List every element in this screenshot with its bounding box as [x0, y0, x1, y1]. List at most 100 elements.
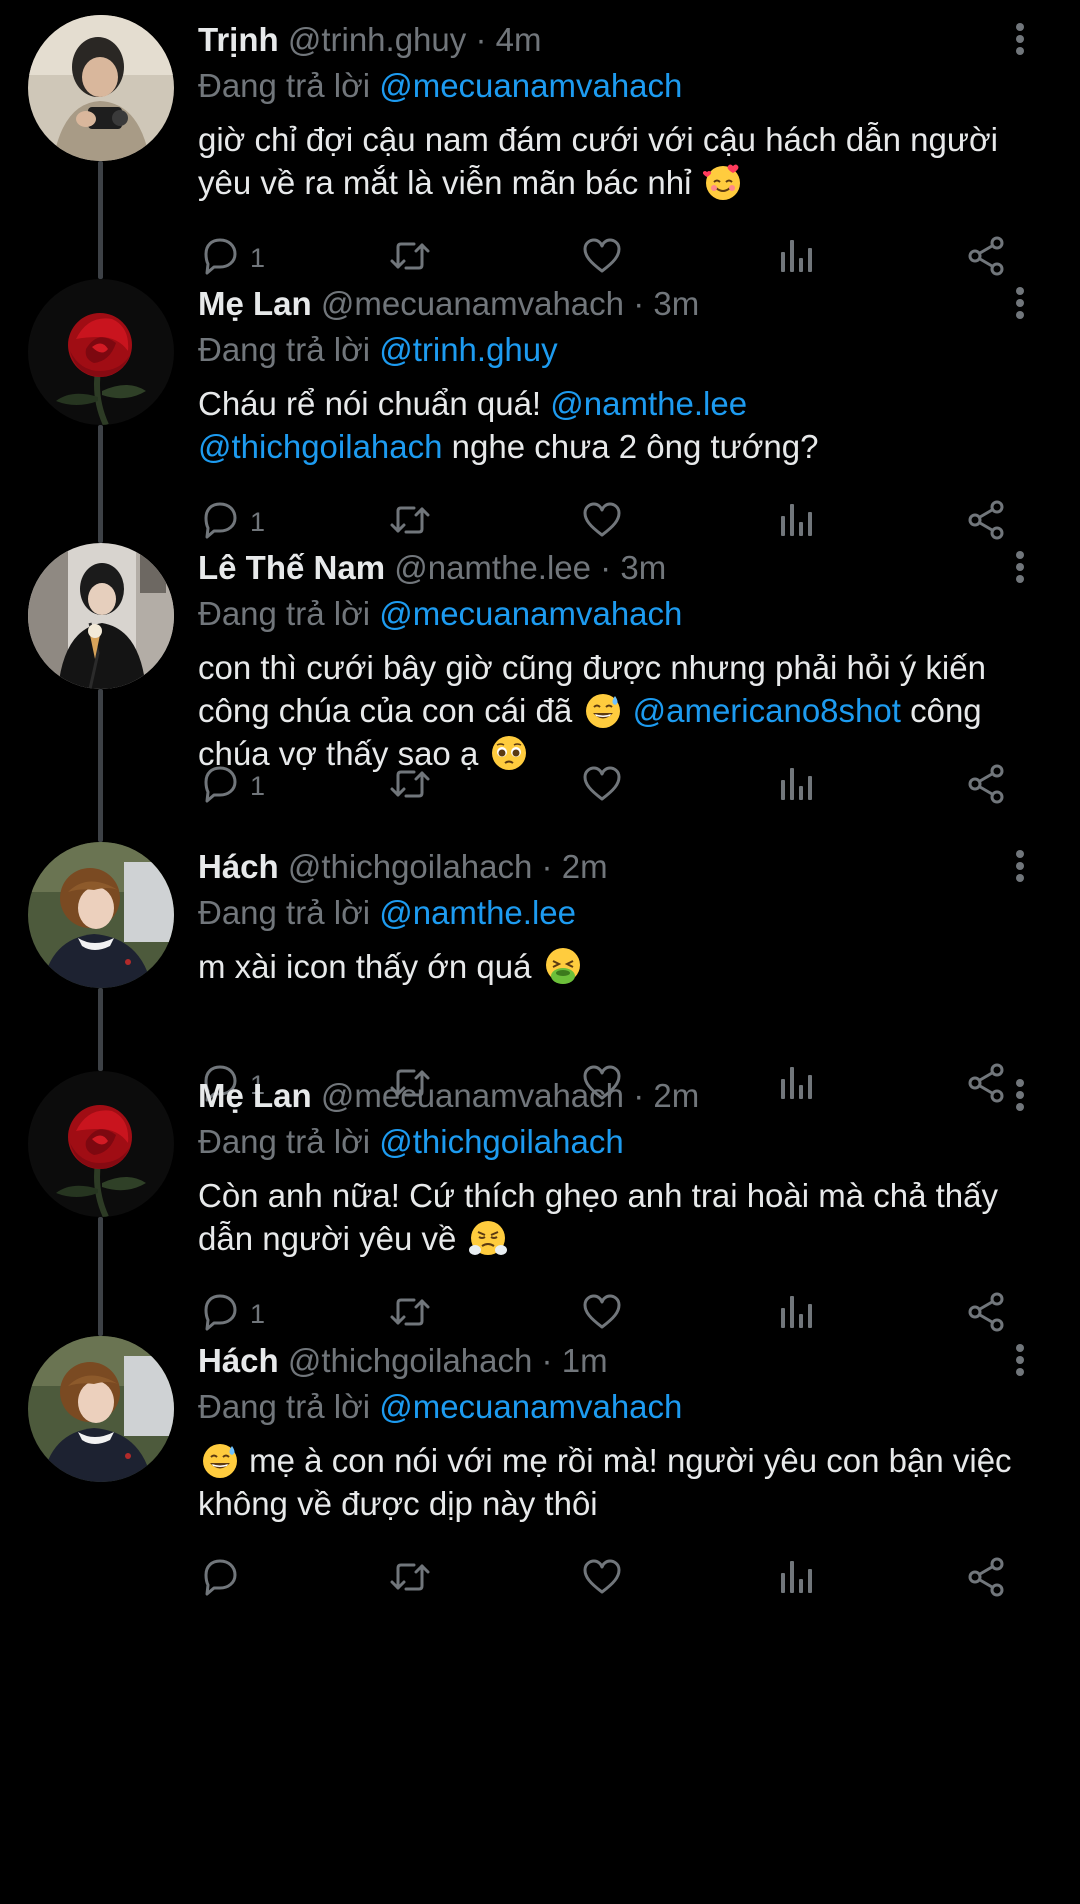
tweet-body: m xài icon thấy ớn quá [198, 945, 1048, 988]
separator-dot: · [541, 848, 553, 885]
timestamp[interactable]: 1m [562, 1342, 608, 1379]
more-options-icon[interactable] [1000, 1076, 1040, 1120]
tweet-header: Hách @thichgoilahach · 1m [198, 1341, 970, 1381]
more-options-icon[interactable] [1000, 1341, 1040, 1385]
mention-link[interactable]: @thichgoilahach [198, 428, 443, 465]
separator-dot: · [600, 549, 612, 586]
avatar[interactable] [28, 543, 174, 689]
tweet-header: Mẹ Lan @mecuanamvahach · 2m [198, 1076, 970, 1116]
tweet-body: giờ chỉ đợi cậu nam đám cưới với cậu hác… [198, 118, 1048, 204]
tweet-body: Cháu rể nói chuẩn quá! @namthe.lee @thich… [198, 382, 1048, 468]
avatar[interactable] [28, 1071, 174, 1217]
vomiting-face-emoji-icon [543, 946, 583, 986]
tweet-body: Còn anh nữa! Cứ thích ghẹo anh trai hoài… [198, 1174, 1048, 1260]
display-name[interactable]: Hách [198, 848, 279, 885]
more-options-icon[interactable] [1000, 847, 1040, 891]
timestamp[interactable]: 4m [496, 21, 542, 58]
replying-to-handle[interactable]: @mecuanamvahach [379, 67, 682, 104]
grinning-sweat-emoji-icon [583, 690, 623, 730]
tweet-header: Hách @thichgoilahach · 2m [198, 847, 970, 887]
replying-to: Đang trả lời @mecuanamvahach [198, 66, 682, 106]
reply-count: 1 [250, 770, 266, 801]
retweet-icon [388, 1555, 432, 1604]
user-handle[interactable]: @mecuanamvahach [321, 285, 624, 322]
mention-link[interactable]: @americano8shot [633, 692, 901, 729]
timestamp[interactable]: 3m [620, 549, 666, 586]
heart-icon [580, 1555, 624, 1604]
avatar[interactable] [28, 1336, 174, 1482]
replying-to: Đang trả lời @thichgoilahach [198, 1122, 624, 1162]
timestamp[interactable]: 2m [653, 1077, 699, 1114]
retweet-button[interactable] [388, 760, 432, 812]
reply-icon [198, 1555, 242, 1604]
more-options-icon[interactable] [1000, 20, 1040, 64]
bar-chart-icon [774, 762, 818, 811]
display-name[interactable]: Mẹ Lan [198, 1077, 312, 1114]
replying-to: Đang trả lời @trinh.ghuy [198, 330, 558, 370]
retweet-button[interactable] [388, 1553, 432, 1605]
display-name[interactable]: Trịnh [198, 21, 279, 58]
user-handle[interactable]: @trinh.ghuy [288, 21, 466, 58]
user-handle[interactable]: @mecuanamvahach [321, 1077, 624, 1114]
display-name[interactable]: Mẹ Lan [198, 285, 312, 322]
replying-to-handle[interactable]: @trinh.ghuy [379, 331, 557, 368]
replying-to-label: Đang trả lời [198, 67, 371, 104]
retweet-icon [388, 762, 432, 811]
display-name[interactable]: Hách [198, 1342, 279, 1379]
tweet-actions [198, 1553, 1018, 1605]
replying-to-handle[interactable]: @mecuanamvahach [379, 1388, 682, 1425]
face-steam-nose-emoji-icon [468, 1218, 508, 1258]
display-name[interactable]: Lê Thế Nam [198, 549, 385, 586]
tweet[interactable]: Lê Thế Nam @namthe.lee · 3m Đang trả lời… [0, 528, 1080, 849]
tweet-header: Mẹ Lan @mecuanamvahach · 3m [198, 284, 970, 324]
reply-button[interactable]: 1 [198, 760, 265, 812]
replying-to-label: Đang trả lời [198, 1388, 371, 1425]
user-handle[interactable]: @namthe.lee [394, 549, 591, 586]
views-button[interactable] [774, 1553, 818, 1605]
reply-button[interactable] [198, 1553, 250, 1605]
tweet-text: nghe chưa 2 ông tướng? [442, 428, 819, 465]
tweet-body: con thì cưới bây giờ cũng được nhưng phả… [198, 646, 1048, 775]
tweet-text: giờ chỉ đợi cậu nam đám cưới với cậu hác… [198, 121, 998, 201]
replying-to-handle[interactable]: @thichgoilahach [379, 1123, 624, 1160]
views-button[interactable] [774, 760, 818, 812]
share-icon [964, 1555, 1008, 1604]
tweet-text: mẹ à con nói với mẹ rồi mà! người yêu co… [198, 1442, 1012, 1522]
replying-to: Đang trả lời @mecuanamvahach [198, 594, 682, 634]
tweet-header: Lê Thế Nam @namthe.lee · 3m [198, 548, 970, 588]
avatar[interactable] [28, 279, 174, 425]
replying-to: Đang trả lời @namthe.lee [198, 893, 576, 933]
mention-link[interactable]: @namthe.lee [550, 385, 747, 422]
like-button[interactable] [580, 760, 624, 812]
replying-to-handle[interactable]: @mecuanamvahach [379, 595, 682, 632]
timestamp[interactable]: 3m [653, 285, 699, 322]
more-options-icon[interactable] [1000, 284, 1040, 328]
separator-dot: · [633, 285, 645, 322]
replying-to-label: Đang trả lời [198, 595, 371, 632]
replying-to-label: Đang trả lời [198, 1123, 371, 1160]
replying-to-label: Đang trả lời [198, 331, 371, 368]
reply-icon [198, 762, 242, 811]
tweet-actions: 1 [198, 760, 1018, 812]
share-icon [964, 762, 1008, 811]
separator-dot: · [633, 1077, 645, 1114]
separator-dot: · [541, 1342, 553, 1379]
user-handle[interactable]: @thichgoilahach [288, 848, 533, 885]
replying-to-handle[interactable]: @namthe.lee [379, 894, 576, 931]
user-handle[interactable]: @thichgoilahach [288, 1342, 533, 1379]
avatar[interactable] [28, 15, 174, 161]
separator-dot: · [475, 21, 487, 58]
more-options-icon[interactable] [1000, 548, 1040, 592]
share-button[interactable] [964, 760, 1008, 812]
tweet[interactable]: Hách @thichgoilahach · 1m Đang trả lời @… [0, 1321, 1080, 1642]
tweet-text: Cháu rể nói chuẩn quá! [198, 385, 551, 422]
share-button[interactable] [964, 1553, 1008, 1605]
replying-to: Đang trả lời @mecuanamvahach [198, 1387, 682, 1427]
timestamp[interactable]: 2m [562, 848, 608, 885]
grinning-sweat-emoji-icon [200, 1440, 240, 1480]
replying-to-label: Đang trả lời [198, 894, 371, 931]
avatar[interactable] [28, 842, 174, 988]
like-button[interactable] [580, 1553, 624, 1605]
bar-chart-icon [774, 1555, 818, 1604]
heart-icon [580, 762, 624, 811]
